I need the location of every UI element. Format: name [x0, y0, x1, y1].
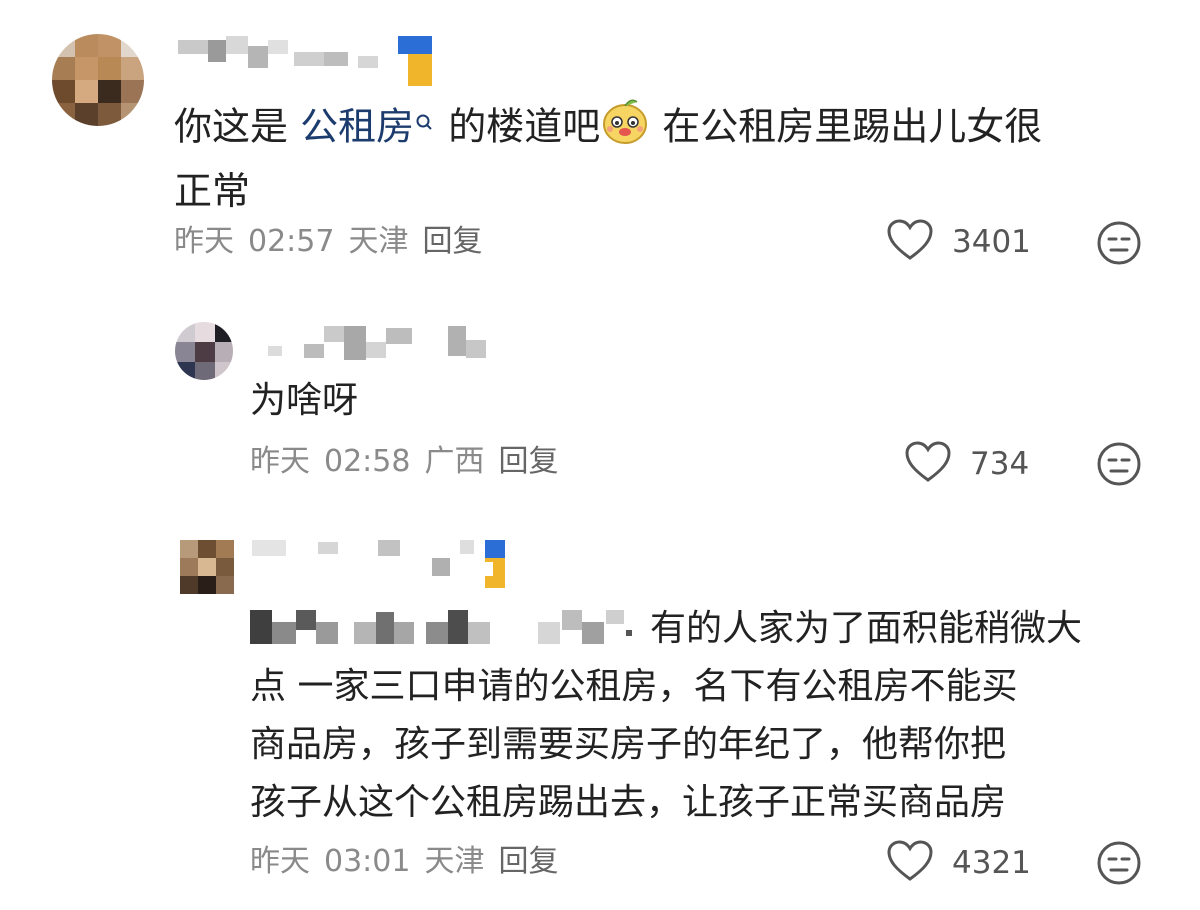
comment-meta: 昨天 03:01 天津 回复 [250, 842, 572, 882]
like-button[interactable]: 4321 [886, 839, 1031, 887]
comment-text: 你这是 公租房 的楼道吧 在公租房里踢出儿女很 正常 [174, 96, 1134, 220]
comment-time: 02:58 [324, 444, 411, 479]
comment-location: 广西 [424, 444, 485, 479]
comment-text-line-4: 孩子从这个公租房踢出去，让孩子正常买商品房 [250, 782, 1007, 823]
heart-outline-icon [886, 218, 934, 266]
user-level-badge [398, 36, 432, 86]
neutral-face-icon[interactable] [1096, 840, 1142, 890]
comment-text-line-1: 有的人家为了面积能稍微大 [650, 608, 1083, 649]
neutral-face-icon[interactable] [1096, 441, 1142, 491]
comment-text-line-2: 点 一家三口申请的公租房，名下有公租房不能买 [250, 666, 1018, 707]
keyword-link[interactable]: 公租房 [300, 105, 414, 149]
neutral-face-icon[interactable] [1096, 220, 1142, 270]
comment-date: 昨天 [250, 444, 310, 479]
comment-text-line-3: 商品房，孩子到需要买房子的年纪了，他帮你把 [250, 724, 1007, 765]
like-count: 4321 [952, 845, 1031, 881]
comment-location: 天津 [348, 224, 409, 259]
reply-button[interactable]: 回复 [422, 224, 482, 259]
comment-meta: 昨天 02:58 广西 回复 [250, 442, 572, 482]
heart-outline-icon [886, 839, 934, 887]
user-level-badge [485, 540, 505, 588]
comment-location: 天津 [424, 844, 485, 879]
avatar[interactable] [180, 540, 234, 594]
username-blurred[interactable] [268, 322, 498, 362]
heart-outline-icon [904, 440, 952, 488]
like-count: 3401 [952, 224, 1031, 260]
avatar[interactable] [52, 34, 144, 126]
username-blurred[interactable] [252, 540, 482, 580]
avatar[interactable] [175, 322, 233, 380]
comment-text: 为啥呀 [250, 380, 359, 421]
comment-date: 昨天 [174, 224, 234, 259]
comment-time: 02:57 [248, 224, 335, 259]
search-icon[interactable] [414, 96, 436, 154]
cute-face-emoji [600, 96, 650, 162]
comment-date: 昨天 [250, 844, 310, 879]
comment-time: 03:01 [324, 844, 411, 879]
reply-button[interactable]: 回复 [498, 444, 558, 479]
mention-blurred[interactable] [250, 608, 640, 648]
like-button[interactable]: 734 [904, 440, 1029, 488]
like-count: 734 [970, 446, 1030, 482]
reply-button[interactable]: 回复 [498, 844, 558, 879]
like-button[interactable]: 3401 [886, 218, 1031, 266]
comment-meta: 昨天 02:57 天津 回复 [174, 222, 496, 262]
